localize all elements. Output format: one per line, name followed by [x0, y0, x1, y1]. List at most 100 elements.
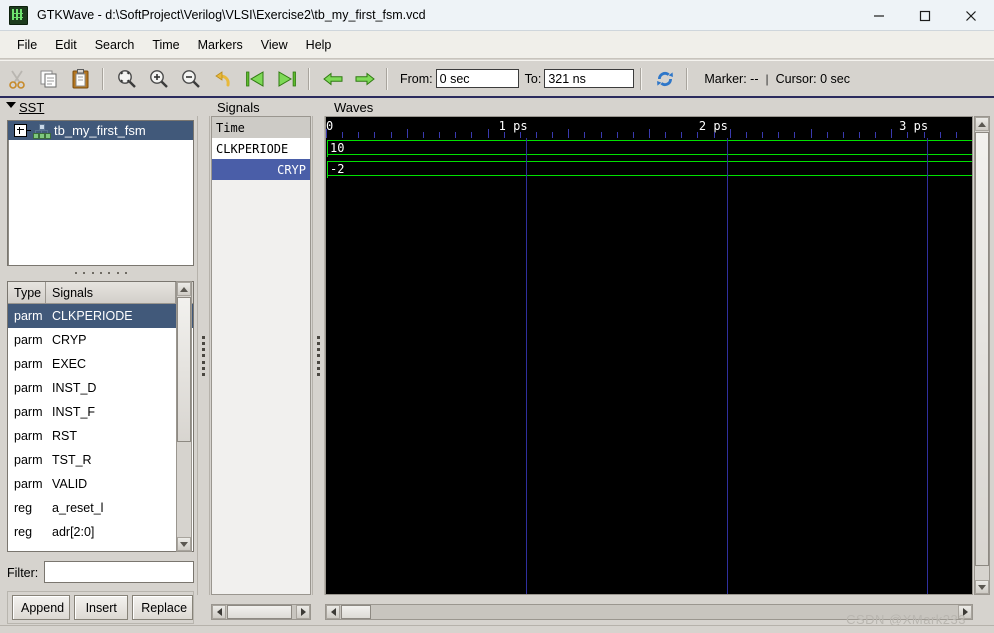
signal-names-list[interactable]: Time CLKPERIODE CRYP — [211, 116, 311, 595]
row-type: parm — [14, 357, 43, 371]
table-row[interactable]: parm EXEC — [8, 352, 193, 376]
column-header-type[interactable]: Type — [8, 282, 46, 303]
waves-vscrollbar[interactable] — [974, 116, 990, 595]
menu-search[interactable]: Search — [86, 35, 144, 55]
table-row[interactable]: parm TST_R — [8, 448, 193, 472]
signal-name-clkperiode[interactable]: CLKPERIODE — [212, 138, 310, 159]
table-row[interactable]: parm RST — [8, 424, 193, 448]
bus-value: -2 — [330, 162, 345, 176]
table-row[interactable]: parm VALID — [8, 472, 193, 496]
scrollbar-thumb[interactable] — [227, 605, 292, 619]
row-type: parm — [14, 429, 43, 443]
scroll-left-button[interactable] — [212, 605, 226, 619]
gtkwave-window: GTKWave - d:\SoftProject\Verilog\VLSI\Ex… — [0, 0, 994, 633]
scrollbar-thumb[interactable] — [177, 297, 191, 442]
toolbar-separator-2 — [308, 67, 310, 90]
row-type: parm — [14, 405, 43, 419]
scroll-right-button[interactable] — [296, 605, 310, 619]
insert-button[interactable]: Insert — [74, 595, 129, 620]
wave-row[interactable]: 10 — [326, 138, 972, 159]
signal-table-scrollbar[interactable] — [176, 281, 192, 552]
replace-button[interactable]: Replace — [132, 595, 193, 620]
scroll-left-button[interactable] — [326, 605, 340, 619]
waveform-canvas[interactable]: 0 1 ps 2 ps 3 ps 10 -2 — [325, 116, 973, 595]
signal-type-table[interactable]: Type Signals parm CLKPERIODE parm CRYP p… — [7, 281, 194, 552]
toolbar: From: To: Marker: -- | Cursor: 0 sec — [0, 60, 994, 98]
signal-action-buttons: Append Insert Replace — [7, 591, 194, 624]
row-type: parm — [14, 381, 43, 395]
time-tick-mark — [488, 129, 489, 138]
wave-gridline — [727, 138, 728, 594]
expand-icon[interactable] — [14, 124, 27, 137]
signals-pane-hscrollbar[interactable] — [211, 604, 311, 620]
append-button[interactable]: Append — [12, 595, 71, 620]
menu-help[interactable]: Help — [297, 35, 341, 55]
row-type: reg — [14, 501, 33, 515]
gtkwave-icon — [9, 5, 28, 25]
maximize-button[interactable] — [902, 0, 948, 31]
scrollbar-thumb[interactable] — [341, 605, 371, 619]
menu-edit[interactable]: Edit — [46, 35, 86, 55]
zoom-in-icon[interactable] — [144, 64, 174, 94]
scroll-right-button[interactable] — [958, 605, 972, 619]
table-row[interactable]: parm INST_D — [8, 376, 193, 400]
scroll-down-button[interactable] — [975, 580, 989, 594]
zoom-to-end-icon[interactable] — [272, 64, 302, 94]
pane-resize-grip[interactable] — [75, 270, 127, 275]
table-row[interactable]: parm CLKPERIODE — [8, 304, 193, 328]
table-body: parm CLKPERIODE parm CRYP parm EXEC parm… — [8, 304, 193, 544]
sst-tree[interactable]: tb_my_first_fsm — [7, 120, 194, 266]
table-row[interactable]: reg a_reset_l — [8, 496, 193, 520]
close-button[interactable] — [948, 0, 994, 31]
reload-icon[interactable] — [650, 64, 680, 94]
menu-bar: File Edit Search Time Markers View Help — [0, 31, 994, 59]
toolbar-separator-4 — [640, 67, 643, 90]
zoom-to-start-icon[interactable] — [240, 64, 270, 94]
from-input[interactable] — [435, 69, 519, 88]
zoom-fit-icon[interactable] — [112, 64, 142, 94]
prev-edge-icon[interactable] — [318, 64, 348, 94]
time-ruler[interactable]: 0 1 ps 2 ps 3 ps — [326, 117, 972, 138]
menu-view[interactable]: View — [252, 35, 297, 55]
marker-status: Marker: -- — [704, 71, 759, 86]
hierarchy-icon — [33, 123, 51, 139]
menu-time[interactable]: Time — [143, 35, 188, 55]
zoom-undo-icon[interactable] — [208, 64, 238, 94]
from-label: From: — [400, 71, 433, 86]
signal-name-cryp[interactable]: CRYP — [212, 159, 310, 180]
table-header: Type Signals — [8, 282, 193, 304]
scroll-up-button[interactable] — [975, 117, 989, 131]
tree-item-tb-my-first-fsm[interactable]: tb_my_first_fsm — [8, 121, 193, 140]
window-title: GTKWave - d:\SoftProject\Verilog\VLSI\Ex… — [37, 8, 426, 22]
table-row[interactable]: reg adr[2:0] — [8, 520, 193, 544]
cursor-status: Cursor: 0 sec — [775, 71, 850, 86]
chevron-down-icon[interactable] — [6, 102, 16, 108]
next-edge-icon[interactable] — [350, 64, 380, 94]
minimize-button[interactable] — [856, 0, 902, 31]
wave-traces: 10 -2 — [326, 138, 972, 594]
copy-icon[interactable] — [34, 64, 64, 94]
paste-icon[interactable] — [66, 64, 96, 94]
window-controls — [856, 0, 994, 31]
menu-markers[interactable]: Markers — [189, 35, 252, 55]
scrollbar-thumb[interactable] — [975, 132, 989, 566]
tree-item-label: tb_my_first_fsm — [54, 123, 146, 138]
waves-hscrollbar[interactable] — [325, 604, 973, 620]
row-name: EXEC — [52, 357, 87, 371]
wave-row[interactable]: -2 — [326, 159, 972, 180]
signals-pane-title: Signals — [214, 100, 263, 115]
cut-icon[interactable] — [2, 64, 32, 94]
row-name: VALID — [52, 477, 88, 491]
table-row[interactable]: parm INST_F — [8, 400, 193, 424]
column-header-signals[interactable]: Signals — [46, 282, 176, 303]
splitter-left[interactable] — [197, 116, 210, 595]
menu-file[interactable]: File — [8, 35, 46, 55]
zoom-out-icon[interactable] — [176, 64, 206, 94]
scroll-up-button[interactable] — [177, 282, 191, 296]
toolbar-separator-5 — [686, 67, 689, 90]
filter-input[interactable] — [44, 561, 194, 583]
scroll-down-button[interactable] — [177, 537, 191, 551]
table-row[interactable]: parm CRYP — [8, 328, 193, 352]
to-input[interactable] — [544, 69, 635, 88]
splitter-right[interactable] — [312, 116, 325, 595]
